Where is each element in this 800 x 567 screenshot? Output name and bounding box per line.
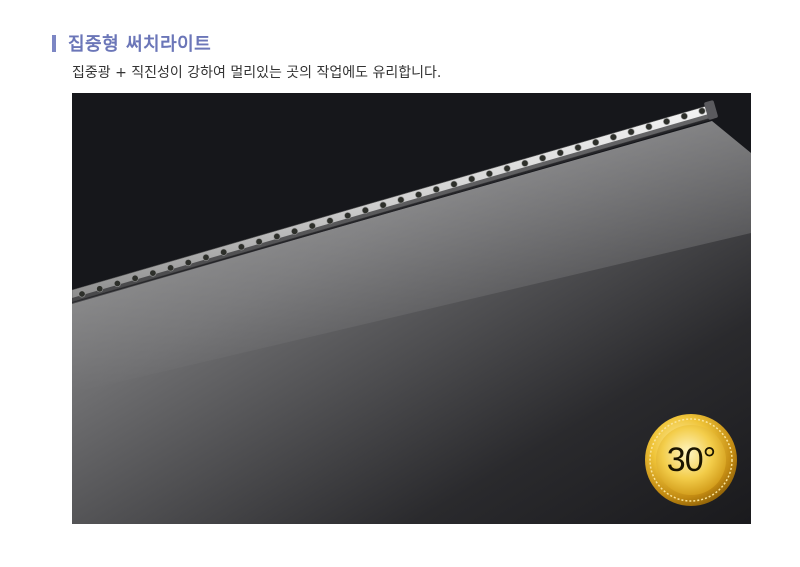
led-dot: [326, 217, 334, 225]
led-dot: [202, 253, 210, 261]
title-marker-icon: [52, 34, 56, 52]
led-dot: [521, 159, 529, 167]
led-dot: [645, 123, 653, 131]
led-dot: [131, 274, 139, 282]
led-dot: [78, 290, 86, 298]
led-dot: [113, 280, 121, 288]
led-dot: [237, 243, 245, 251]
led-dot: [415, 191, 423, 199]
product-photo: 30°: [72, 93, 751, 524]
led-dot: [344, 212, 352, 220]
led-dot: [379, 201, 387, 209]
section-subtitle: 집중광 + 직진성이 강하여 멀리있는 곳의 작업에도 유리합니다.: [72, 65, 442, 81]
led-dot: [609, 133, 617, 141]
led-dot: [698, 107, 706, 115]
led-dot: [468, 175, 476, 183]
led-dot: [539, 154, 547, 162]
led-dot: [361, 206, 369, 214]
led-dot: [96, 285, 104, 293]
led-dot: [220, 248, 228, 256]
led-dot: [273, 233, 281, 241]
led-dot: [149, 269, 157, 277]
led-dot: [432, 185, 440, 193]
led-dot: [450, 180, 458, 188]
led-dot: [503, 165, 511, 173]
led-dot: [663, 117, 671, 125]
led-dot: [592, 138, 600, 146]
angle-badge-label: 30°: [666, 440, 716, 479]
led-dot: [485, 170, 493, 178]
led-dot: [184, 259, 192, 267]
led-dot: [574, 144, 582, 152]
led-dot: [308, 222, 316, 230]
led-dot: [680, 112, 688, 120]
led-dot: [255, 238, 263, 246]
section-title: 집중형 써치라이트: [68, 34, 212, 55]
led-dot: [397, 196, 405, 204]
led-dot: [167, 264, 175, 272]
led-dot: [556, 149, 564, 157]
led-dot: [291, 227, 299, 235]
led-dot: [627, 128, 635, 136]
section-header: 집중형 써치라이트: [52, 30, 211, 56]
angle-badge: 30°: [644, 413, 738, 507]
